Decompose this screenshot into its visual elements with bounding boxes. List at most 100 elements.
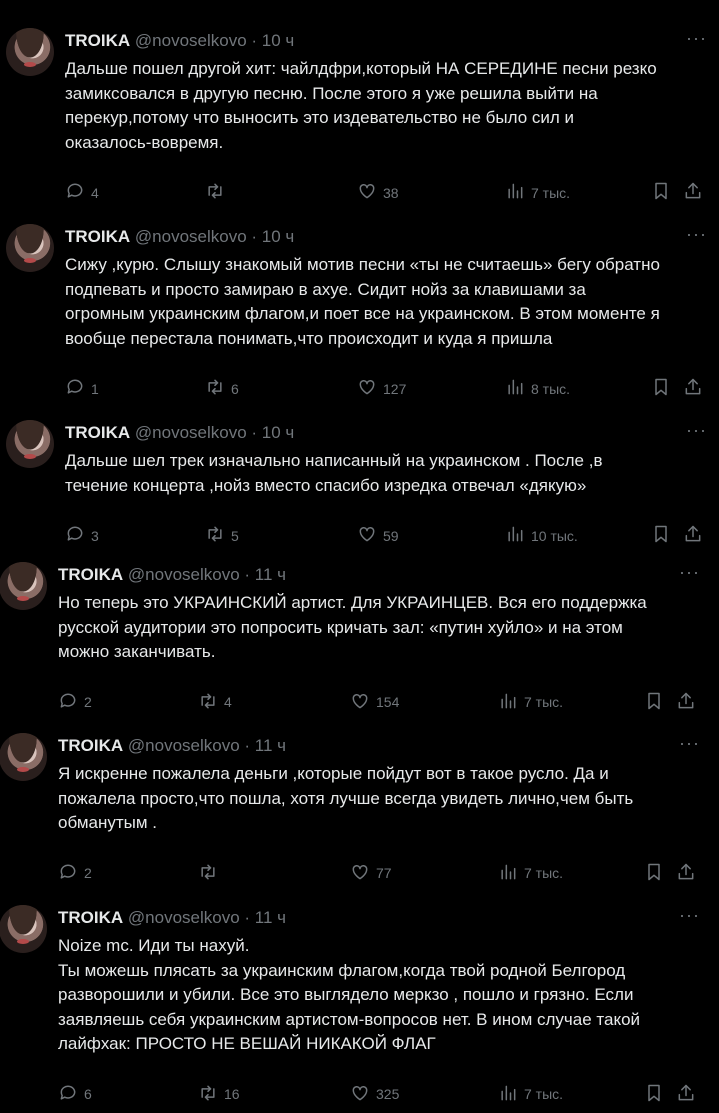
bookmark-button[interactable] [651, 377, 671, 400]
reply-icon [65, 524, 85, 547]
tweet-text: Но теперь это УКРАИНСКИЙ артист. Для УКР… [58, 591, 708, 665]
tweet-text-line: огромным украинским флагом,и поет все на… [65, 304, 660, 323]
tweet-header: TROIKA @novoselkovo · 10 ч [65, 422, 294, 444]
reply-count: 1 [91, 380, 99, 397]
like-button[interactable]: 154 [350, 691, 399, 714]
more-icon[interactable]: ··· [686, 28, 707, 49]
tweet-text-line: Дальше шел трек изначально написанный на… [65, 451, 603, 470]
tweet-text: Я искренне пожалела деньги ,которые пойд… [58, 762, 708, 836]
avatar[interactable] [0, 733, 47, 781]
more-icon[interactable]: ··· [679, 733, 700, 754]
avatar[interactable] [0, 562, 47, 610]
avatar-hair [0, 905, 47, 953]
retweet-button[interactable] [205, 181, 231, 204]
tweet: TROIKA @novoselkovo · 10 ч ··· Дальше шел … [0, 420, 719, 554]
retweet-button[interactable]: 16 [198, 1083, 240, 1106]
reply-button[interactable]: 3 [65, 524, 99, 547]
views-button[interactable]: 7 тыс. [505, 181, 570, 204]
tweet-text-line: Ты можешь плясать за украинским флагом,к… [58, 960, 626, 980]
reply-button[interactable]: 4 [65, 181, 99, 204]
tweet-text-line: перекур,потому что выносить это издевате… [65, 108, 575, 127]
timestamp[interactable]: 10 ч [262, 31, 295, 50]
views-button[interactable]: 10 тыс. [505, 524, 578, 547]
more-icon[interactable]: ··· [679, 905, 700, 926]
author-name[interactable]: TROIKA [65, 31, 130, 50]
retweet-button[interactable]: 6 [205, 377, 239, 400]
retweet-button[interactable]: 5 [205, 524, 239, 547]
bookmark-button[interactable] [651, 524, 671, 547]
reply-button[interactable]: 1 [65, 377, 99, 400]
views-icon [498, 691, 518, 714]
author-name[interactable]: TROIKA [58, 736, 123, 755]
author-handle[interactable]: @novoselkovo [135, 31, 247, 50]
more-icon[interactable]: ··· [686, 420, 707, 441]
tweet: TROIKA @novoselkovo · 10 ч ··· Сижу ,курю.… [0, 224, 719, 407]
views-button[interactable]: 7 тыс. [498, 862, 563, 885]
retweet-count: 5 [231, 527, 239, 544]
like-button[interactable]: 325 [350, 1083, 399, 1106]
timestamp[interactable]: 11 ч [255, 736, 286, 755]
share-button[interactable] [676, 862, 696, 885]
tweet: TROIKA @novoselkovo · 11 ч ··· Я искренне … [0, 733, 712, 892]
bookmark-button[interactable] [644, 1083, 664, 1106]
views-button[interactable]: 8 тыс. [505, 377, 570, 400]
avatar[interactable] [6, 224, 54, 272]
share-icon [676, 862, 696, 885]
separator-dot: · [246, 423, 262, 442]
retweet-count: 16 [224, 1086, 240, 1102]
tweet-header: TROIKA @novoselkovo · 10 ч [65, 226, 294, 248]
retweet-button[interactable]: 4 [198, 691, 232, 714]
like-button[interactable]: 127 [357, 377, 406, 400]
avatar[interactable] [6, 28, 54, 76]
more-icon[interactable]: ··· [679, 562, 700, 583]
author-handle[interactable]: @novoselkovo [128, 908, 240, 927]
bookmark-button[interactable] [644, 862, 664, 885]
views-button[interactable]: 7 тыс. [498, 691, 563, 714]
retweet-icon [205, 524, 225, 547]
author-name[interactable]: TROIKA [58, 908, 123, 927]
author-handle[interactable]: @novoselkovo [135, 423, 247, 442]
like-icon [350, 862, 370, 885]
timestamp[interactable]: 11 ч [255, 908, 286, 927]
more-icon[interactable]: ··· [686, 224, 707, 245]
views-count: 7 тыс. [524, 1086, 564, 1102]
avatar[interactable] [6, 420, 54, 468]
views-button[interactable]: 7 тыс. [498, 1083, 563, 1106]
timestamp[interactable]: 11 ч [255, 565, 286, 584]
avatar-hair [6, 28, 54, 76]
author-handle[interactable]: @novoselkovo [128, 736, 240, 755]
bookmark-button[interactable] [644, 691, 664, 714]
avatar[interactable] [0, 905, 47, 953]
like-button[interactable]: 59 [357, 524, 399, 547]
like-button[interactable]: 38 [357, 181, 399, 204]
timestamp[interactable]: 10 ч [262, 227, 295, 246]
retweet-button[interactable] [198, 862, 224, 885]
avatar-mouth [24, 454, 36, 459]
like-button[interactable]: 77 [350, 862, 392, 885]
author-name[interactable]: TROIKA [65, 423, 130, 442]
reply-button[interactable]: 2 [58, 691, 92, 714]
share-button[interactable] [676, 691, 696, 714]
reply-icon [58, 862, 78, 885]
share-button[interactable] [683, 181, 703, 204]
bookmark-icon [651, 524, 671, 547]
author-name[interactable]: TROIKA [58, 565, 123, 584]
avatar-hair [0, 733, 47, 781]
reply-button[interactable]: 2 [58, 862, 92, 885]
views-count: 7 тыс. [531, 184, 571, 201]
views-icon [505, 524, 525, 547]
bookmark-icon [644, 862, 664, 885]
tweet-text-line: заявляешь себя украинским артистом-вопро… [58, 1009, 641, 1029]
timestamp[interactable]: 10 ч [262, 423, 295, 442]
tweet-text-line: течение концерта ,нойз вместо спасибо из… [65, 475, 587, 495]
author-handle[interactable]: @novoselkovo [135, 227, 247, 246]
reply-button[interactable]: 6 [58, 1083, 92, 1106]
share-button[interactable] [683, 377, 703, 400]
avatar-mouth [17, 939, 29, 944]
author-handle[interactable]: @novoselkovo [128, 565, 240, 584]
share-button[interactable] [676, 1083, 696, 1106]
bookmark-button[interactable] [651, 181, 671, 204]
author-name[interactable]: TROIKA [65, 227, 130, 246]
share-button[interactable] [683, 524, 703, 547]
views-count: 7 тыс. [524, 694, 564, 710]
